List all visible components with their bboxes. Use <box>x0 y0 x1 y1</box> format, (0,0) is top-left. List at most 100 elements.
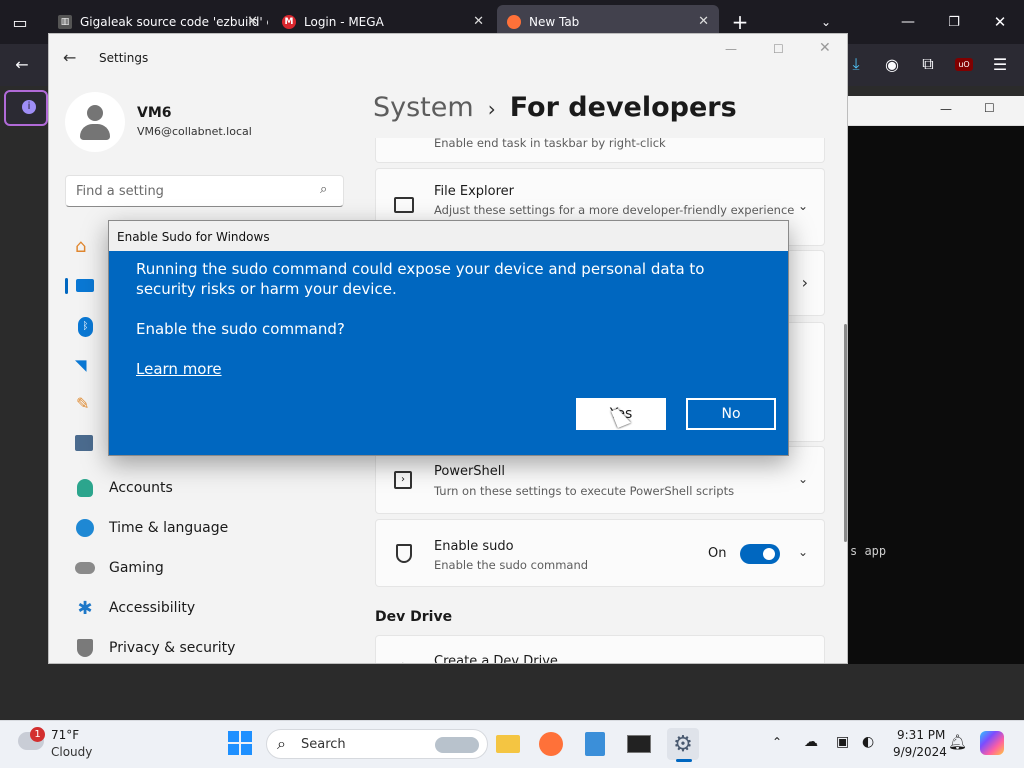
home-icon[interactable]: ⌂ <box>75 236 86 257</box>
system-icon[interactable] <box>76 279 94 292</box>
enable-sudo-card[interactable]: Enable sudo Enable the sudo command On ⌄ <box>375 519 825 587</box>
volume-icon[interactable]: ◐ <box>862 734 874 750</box>
terminal-titlebar: — ☐ <box>848 96 1024 126</box>
close-icon[interactable]: ✕ <box>819 40 831 56</box>
weather-badge: 1 <box>30 727 45 742</box>
sidebar-item-time-language[interactable]: Time & language <box>73 518 228 538</box>
notepad-icon[interactable] <box>579 728 611 760</box>
search-input[interactable]: Find a setting ⌕ <box>65 175 344 207</box>
chevron-right-icon[interactable]: › <box>802 273 808 292</box>
sidebar-item-accessibility[interactable]: ✱ Accessibility <box>73 597 196 619</box>
maximize-icon[interactable]: ☐ <box>773 42 784 56</box>
powershell-icon: › <box>394 471 412 489</box>
gamepad-icon <box>73 558 97 578</box>
scrollbar[interactable] <box>844 324 847 542</box>
info-icon: i <box>22 100 36 114</box>
terminal-icon[interactable] <box>623 728 655 760</box>
library-icon: ▥ <box>58 15 72 29</box>
chevron-down-icon[interactable]: ⌄ <box>798 199 808 213</box>
minimize-icon[interactable]: — <box>940 102 952 116</box>
tab-list-chevron-icon[interactable]: ⌄ <box>812 8 840 36</box>
sidebar-item-label: Privacy & security <box>109 640 236 656</box>
accounts-icon <box>73 478 97 498</box>
back-arrow-icon[interactable]: ← <box>63 48 76 67</box>
page-title: For developers <box>509 92 737 123</box>
back-icon[interactable]: ← <box>8 50 36 78</box>
settings-gear-icon[interactable]: ⚙ <box>667 728 699 760</box>
bluetooth-icon[interactable]: ᛒ <box>78 317 93 337</box>
card-subtitle: Enable the sudo command <box>434 558 589 572</box>
card-title: File Explorer <box>434 184 515 199</box>
tab-label: New Tab <box>529 15 580 29</box>
active-indicator <box>65 278 68 294</box>
user-name: VM6 <box>137 105 172 121</box>
new-tab-icon[interactable]: + <box>726 8 754 36</box>
brush-icon[interactable]: ✎ <box>76 394 89 413</box>
start-icon[interactable] <box>228 731 252 755</box>
shield-icon <box>396 544 412 563</box>
close-tab-icon[interactable]: ✕ <box>473 14 484 29</box>
active-app-indicator <box>676 759 692 762</box>
extensions-icon[interactable]: ⧉ <box>914 50 942 78</box>
folder-icon <box>394 197 414 213</box>
chevron-up-icon[interactable]: ⌃ <box>772 735 782 749</box>
dialog-message: Running the sudo command could expose yo… <box>136 260 705 298</box>
restore-icon[interactable]: ❐ <box>940 8 968 36</box>
maximize-icon[interactable]: ☐ <box>984 101 995 115</box>
learn-more-link[interactable]: Learn more <box>136 359 222 379</box>
search-icon: ⌕ <box>320 182 328 197</box>
copilot-icon[interactable] <box>980 731 1004 755</box>
toggle-state-label: On <box>708 546 727 561</box>
sudo-toggle[interactable] <box>740 544 780 564</box>
dev-drive-card[interactable]: + Create a Dev Drive <box>375 635 825 663</box>
close-tab-icon[interactable]: ✕ <box>247 14 258 29</box>
close-window-icon[interactable]: ✕ <box>986 8 1014 36</box>
powershell-card[interactable]: › PowerShell Turn on these settings to e… <box>375 446 825 514</box>
avatar[interactable] <box>65 92 125 152</box>
clock-time[interactable]: 9:31 PM <box>897 728 945 742</box>
ublock-icon[interactable]: uO <box>955 57 973 71</box>
firefox-icon[interactable] <box>535 728 567 760</box>
accessibility-icon: ✱ <box>77 597 93 619</box>
chevron-down-icon[interactable]: ⌄ <box>798 545 808 559</box>
search-highlight-image <box>435 737 479 753</box>
taskbar-search[interactable]: ⌕ Search <box>266 729 488 759</box>
card-subtitle: Turn on these settings to execute PowerS… <box>434 484 735 498</box>
sidebar-item-gaming[interactable]: Gaming <box>73 558 164 578</box>
breadcrumb-parent[interactable]: System <box>373 92 474 123</box>
firefox-icon <box>507 15 521 29</box>
sidebar-item-accounts[interactable]: Accounts <box>73 478 173 498</box>
window-title: Settings <box>99 51 149 65</box>
card-title: Enable sudo <box>434 539 514 554</box>
close-tab-icon[interactable]: ✕ <box>698 14 709 29</box>
file-explorer-icon[interactable] <box>492 728 524 760</box>
sidebar-item-privacy-security[interactable]: Privacy & security <box>73 638 235 658</box>
card-subtitle: Adjust these settings for a more develop… <box>434 203 795 217</box>
network-icon[interactable]: ▣ <box>836 734 849 750</box>
no-button[interactable]: No <box>686 398 776 430</box>
firefox-view-icon[interactable]: ▭ <box>6 8 34 36</box>
tab-label: Gigaleak source code 'ezbuild' c <box>80 15 268 29</box>
onedrive-icon[interactable]: ☁ <box>804 734 818 750</box>
dialog-question: Enable the sudo command? <box>136 320 345 338</box>
plus-icon: + <box>396 658 409 663</box>
account-icon[interactable]: ◉ <box>878 50 906 78</box>
minimize-icon[interactable]: — <box>725 42 737 56</box>
globe-icon <box>73 518 97 538</box>
section-heading: Dev Drive <box>375 609 453 625</box>
notification-bar: i <box>4 90 48 126</box>
notification-bell-icon[interactable]: 🔔︎ <box>948 733 967 751</box>
card-title: PowerShell <box>434 464 506 479</box>
minimize-icon[interactable]: — <box>894 8 922 36</box>
chevron-down-icon[interactable]: ⌄ <box>798 472 808 486</box>
wifi-icon[interactable]: ◥ <box>75 356 87 374</box>
shield-icon <box>73 638 97 658</box>
sidebar-item-label: Accounts <box>109 480 173 496</box>
sidebar-item-label: Accessibility <box>109 600 196 616</box>
search-placeholder: Find a setting <box>76 184 164 199</box>
weather-condition[interactable]: Cloudy <box>51 745 92 759</box>
menu-icon[interactable]: ☰ <box>986 50 1014 78</box>
clock-date[interactable]: 9/9/2024 <box>893 745 947 759</box>
weather-temp[interactable]: 71°F <box>51 728 79 742</box>
apps-icon[interactable] <box>75 435 93 451</box>
